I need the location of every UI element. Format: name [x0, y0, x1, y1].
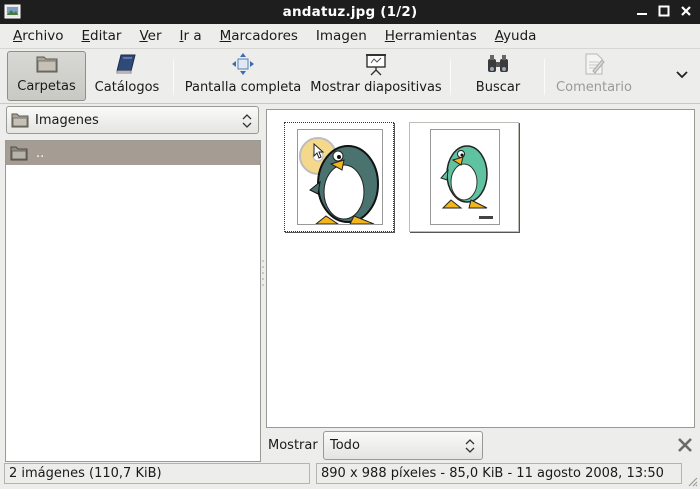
menu-marcadores[interactable]: Marcadores: [211, 24, 307, 48]
menu-label: arcadores: [231, 28, 298, 44]
filter-label: Mostrar: [268, 438, 318, 453]
chevron-down-icon[interactable]: [674, 67, 690, 83]
menu-mnemonic: A: [494, 28, 504, 44]
location-dropdown[interactable]: Imagenes: [6, 106, 259, 134]
menu-label: ditar: [90, 28, 122, 44]
menu-mnemonic: H: [384, 28, 395, 44]
status-image-count: 2 imágenes (110,7 KiB): [4, 463, 310, 484]
comment-button[interactable]: Comentario: [553, 51, 635, 101]
window-title: andatuz.jpg (1/2): [282, 4, 418, 20]
status-image-info: 890 x 988 píxeles - 85,0 KiB - 11 agosto…: [316, 463, 682, 484]
thumbnail-andatuz[interactable]: [284, 122, 394, 232]
slideshow-button[interactable]: Mostrar diapositivas: [308, 51, 444, 101]
menu-ayuda[interactable]: Ayuda: [486, 24, 546, 48]
title-bar: andatuz.jpg (1/2): [0, 0, 700, 24]
menu-label: erramientas: [394, 28, 477, 44]
folder-icon: [10, 146, 28, 161]
book-icon: [116, 54, 136, 74]
pane-splitter-handle[interactable]: [261, 258, 265, 288]
location-value: Imagenes: [35, 112, 99, 128]
menu-mnemonic: E: [81, 28, 91, 44]
search-button[interactable]: Buscar: [468, 51, 528, 101]
close-button[interactable]: [678, 3, 694, 19]
toolbar-separator: [173, 59, 174, 95]
list-item[interactable]: ..: [6, 141, 260, 165]
search-label: Buscar: [475, 80, 521, 95]
status-bar: 2 imágenes (110,7 KiB) 890 x 988 píxeles…: [0, 462, 700, 489]
close-icon: [681, 6, 691, 16]
updown-arrows-icon: [242, 114, 252, 128]
menu-label: rchivo: [22, 28, 64, 44]
toolbar-separator: [450, 59, 451, 95]
penguin-image: [440, 145, 493, 219]
projector-screen-icon: [366, 54, 386, 76]
menu-mnemonic: M: [219, 28, 232, 44]
folders-label: Carpetas: [17, 79, 76, 94]
filter-bar: Mostrar Todo: [266, 431, 695, 461]
maximize-icon: [658, 5, 670, 17]
catalogs-button[interactable]: Catálogos: [90, 51, 164, 101]
toolbar-separator: [544, 59, 545, 95]
menu-label: er: [147, 28, 162, 44]
menu-label: Imagen: [315, 28, 367, 44]
slideshow-label: Mostrar diapositivas: [310, 80, 442, 95]
resize-grip-icon[interactable]: [686, 475, 698, 487]
menu-label: yuda: [503, 28, 537, 44]
folder-icon: [11, 113, 29, 128]
clear-filter-icon[interactable]: [677, 437, 693, 453]
thumbnail-grid[interactable]: [266, 109, 695, 428]
note-edit-icon: [585, 53, 605, 75]
menu-bar: Archivo Editar Ver Ir a Marcadores Image…: [0, 24, 700, 49]
menu-archivo[interactable]: Archivo: [4, 24, 72, 48]
comment-label: Comentario: [556, 80, 632, 95]
menu-mnemonic: V: [139, 28, 148, 44]
app-icon[interactable]: [4, 3, 21, 20]
filter-value: Todo: [330, 438, 360, 453]
menu-ir-a[interactable]: Ir a: [171, 24, 211, 48]
minimize-button[interactable]: [634, 3, 650, 19]
penguin-with-cd-image: [299, 137, 379, 224]
folder-icon: [36, 56, 57, 72]
folder-list[interactable]: ..: [5, 140, 261, 462]
fullscreen-icon: [232, 53, 254, 75]
menu-imagen[interactable]: Imagen: [307, 24, 376, 48]
folder-pane: Imagenes ..: [4, 104, 262, 462]
menu-herramientas[interactable]: Herramientas: [376, 24, 486, 48]
fullscreen-label: Pantalla completa: [184, 80, 302, 95]
updown-arrows-icon: [465, 439, 475, 453]
thumbnail-image: [297, 129, 383, 225]
menu-editar[interactable]: Editar: [72, 24, 130, 48]
binoculars-icon: [488, 55, 508, 72]
menu-ver[interactable]: Ver: [130, 24, 170, 48]
fullscreen-button[interactable]: Pantalla completa: [182, 51, 304, 101]
menu-label: r a: [183, 28, 202, 44]
maximize-button[interactable]: [656, 3, 672, 19]
filter-dropdown[interactable]: Todo: [323, 431, 483, 460]
folder-name: ..: [36, 145, 45, 161]
catalogs-label: Catálogos: [94, 80, 160, 95]
folders-button[interactable]: Carpetas: [7, 51, 86, 101]
thumbnail-image: [430, 129, 500, 225]
menu-mnemonic: A: [13, 28, 23, 44]
minimize-icon: [637, 13, 647, 15]
thumbnail-second[interactable]: [409, 122, 519, 232]
window-controls: [634, 3, 694, 19]
toolbar: Carpetas Catálogos Pantalla completa Mos…: [0, 49, 700, 104]
